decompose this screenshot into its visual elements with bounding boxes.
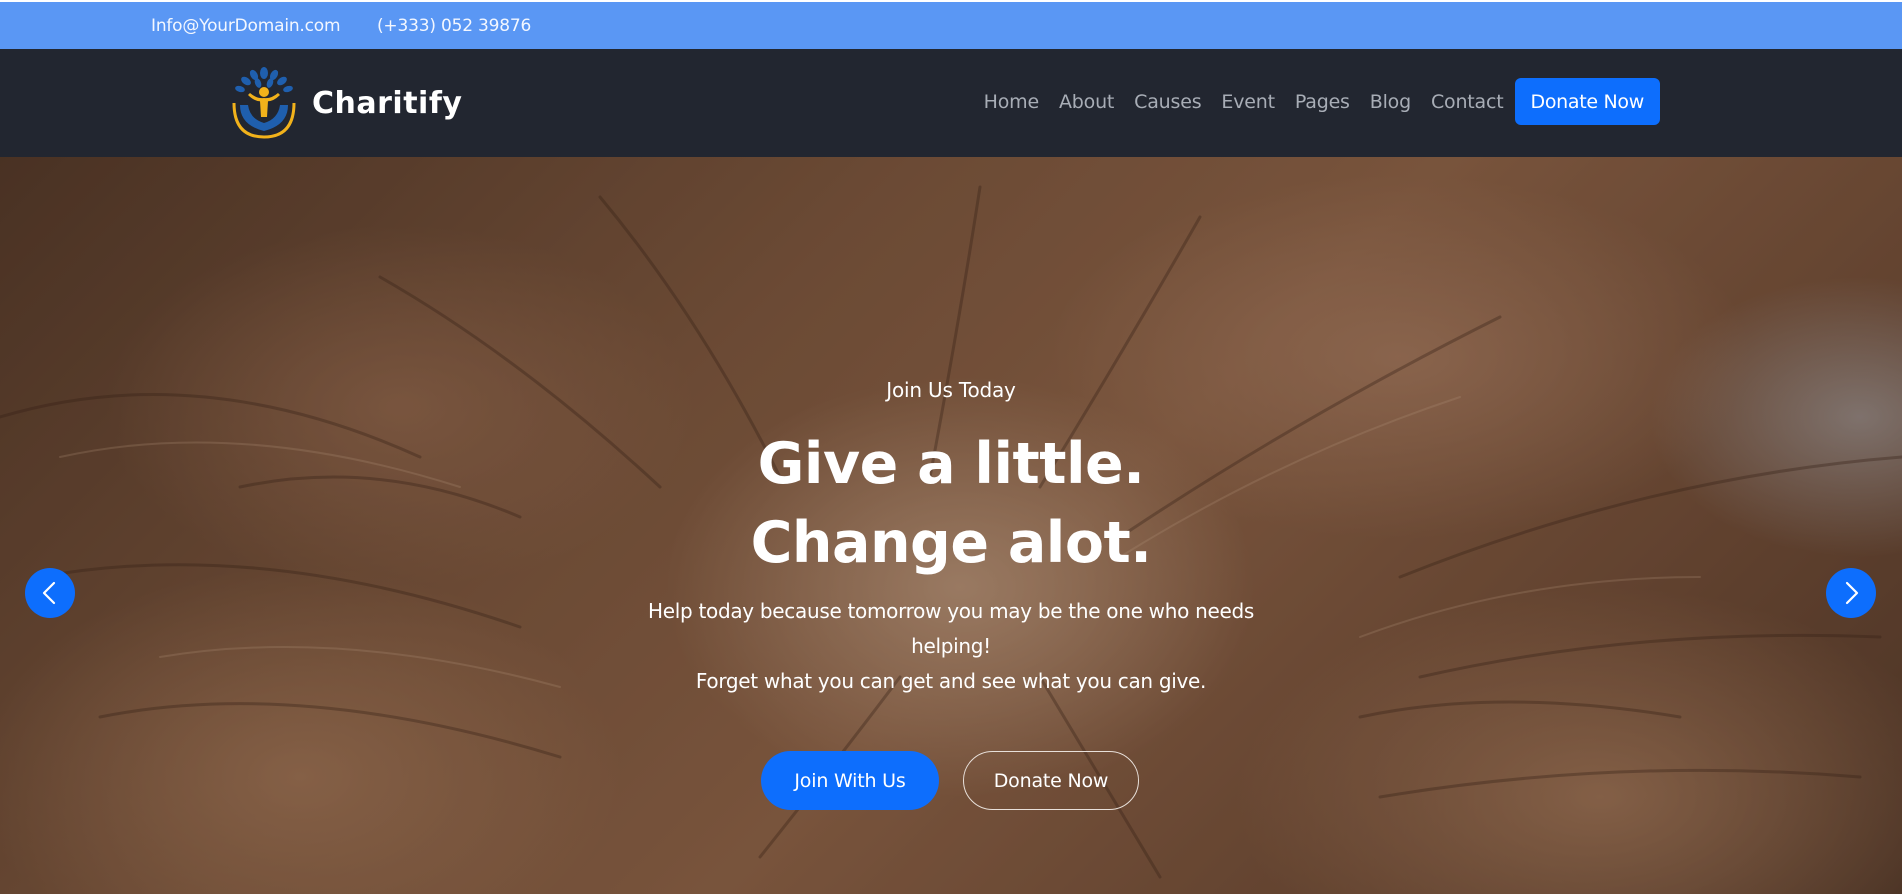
nav-event[interactable]: Event (1221, 91, 1275, 113)
hero-content: Join Us Today Give a little. Change alot… (0, 157, 1902, 894)
charity-logo-icon (232, 67, 296, 139)
chevron-left-icon (42, 581, 56, 605)
hero-subtext: Help today because tomorrow you may be t… (640, 594, 1262, 699)
hero-subtext-line-1: Help today because tomorrow you may be t… (648, 599, 1254, 658)
contact-email[interactable]: Info@YourDomain.com (151, 16, 341, 36)
carousel-next-button[interactable] (1826, 568, 1876, 618)
donate-now-hero-button[interactable]: Donate Now (963, 751, 1139, 810)
nav-home[interactable]: Home (984, 91, 1040, 113)
contact-phone[interactable]: (+333) 052 39876 (377, 16, 531, 36)
nav-pages[interactable]: Pages (1295, 91, 1350, 113)
chevron-right-icon (1845, 581, 1859, 605)
hero-eyebrow: Join Us Today (886, 378, 1016, 402)
nav-about[interactable]: About (1059, 91, 1114, 113)
brand-link[interactable]: Charitify (226, 63, 462, 143)
hero-subtext-line-2: Forget what you can get and see what you… (695, 669, 1207, 693)
hero-carousel: Join Us Today Give a little. Change alot… (0, 157, 1902, 894)
donate-now-nav-button[interactable]: Donate Now (1514, 78, 1660, 125)
join-with-us-button[interactable]: Join With Us (761, 751, 939, 810)
top-contact-bar: Info@YourDomain.com (+333) 052 39876 (0, 0, 1902, 49)
carousel-prev-button[interactable] (25, 568, 75, 618)
main-navbar: Charitify Home About Causes Event Pages … (0, 49, 1902, 157)
nav-causes[interactable]: Causes (1134, 91, 1201, 113)
hero-headline: Give a little. Change alot. (750, 431, 1152, 576)
nav-blog[interactable]: Blog (1370, 91, 1411, 113)
brand-name: Charitify (312, 85, 463, 121)
primary-nav: Home About Causes Event Pages Blog Conta… (984, 78, 1660, 125)
nav-contact[interactable]: Contact (1431, 91, 1504, 113)
